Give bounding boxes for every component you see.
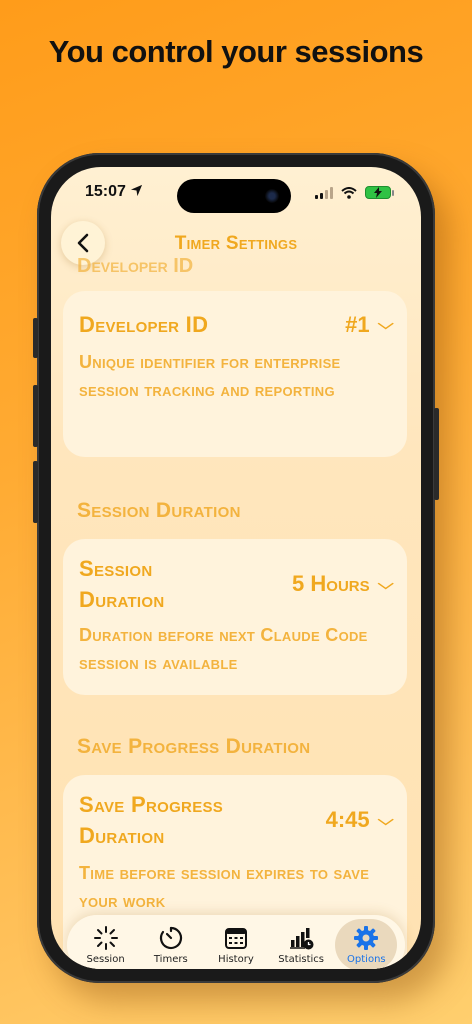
signal-icon [315,186,333,199]
session-duration-description: Duration before next Claude Code session… [79,625,368,673]
volume-down-button [33,461,38,523]
chart-clock-icon [290,928,314,950]
dynamic-island [177,179,291,213]
chevron-down-icon: ⌵ [377,575,394,593]
chevron-down-icon: ⌵ [377,316,394,333]
phone-frame: 15:07 Timer Settings Developer ID Develo… [33,153,439,983]
session-duration-label: Session Duration [79,556,165,612]
save-progress-value: 4:45 [325,807,370,832]
developer-id-label: Developer ID [79,312,209,337]
volume-up-button [33,385,38,447]
charging-bolt-icon [374,187,382,198]
session-duration-value: 5 Hours [292,571,370,596]
developer-id-card: Developer ID #1 ⌵ Unique identifier for … [63,291,407,457]
headline: You control your sessions [48,34,424,69]
tab-timers[interactable]: Timers [140,919,202,969]
tab-bar: Session Timers History Statistics Option… [67,915,405,969]
status-time: 15:07 [85,183,143,201]
gear-icon [354,926,379,950]
session-duration-header: Session Duration [77,499,241,522]
tab-statistics[interactable]: Statistics [270,919,332,969]
loader-icon [93,926,118,950]
tab-history[interactable]: History [205,919,267,969]
status-icons [315,186,394,199]
timer-icon [159,926,182,950]
power-button [434,408,439,500]
session-duration-picker[interactable]: 5 Hours ⌵ [292,571,394,597]
save-progress-picker[interactable]: 4:45 ⌵ [325,807,394,833]
save-progress-header: Save Progress Duration [77,735,311,758]
scrolled-section-header: Developer ID [77,255,194,277]
battery-icon [365,186,394,199]
save-progress-description: Time before session expires to save your… [79,863,370,911]
save-progress-label: Save Progress Duration [79,792,224,848]
action-button [33,318,38,358]
developer-id-value: #1 [345,311,370,337]
tab-options[interactable]: Options [335,919,398,969]
chevron-down-icon: ⌵ [377,811,394,829]
wifi-icon [341,186,357,199]
app-screen: 15:07 Timer Settings Developer ID Develo… [51,167,421,969]
location-arrow-icon [131,184,143,197]
calendar-icon [224,928,247,949]
developer-id-picker[interactable]: #1 ⌵ [345,311,394,338]
tab-session[interactable]: Session [75,919,137,969]
developer-id-description: Unique identifier for enterprise session… [79,352,341,400]
page-title: Timer Settings [174,233,298,254]
session-duration-card: Session Duration 5 Hours ⌵ Duration befo… [63,539,407,695]
